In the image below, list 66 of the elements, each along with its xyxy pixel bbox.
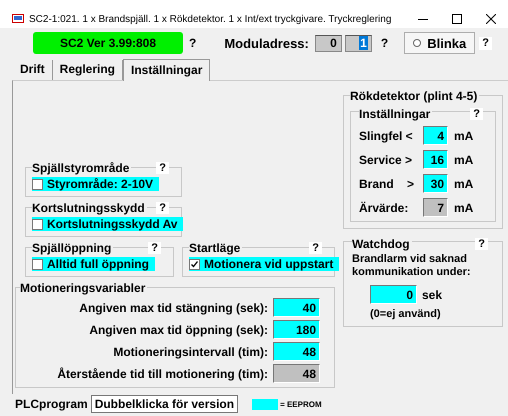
unit-label: mA — [454, 128, 474, 142]
help-button[interactable]: ? — [470, 108, 483, 120]
radio-icon[interactable] — [413, 39, 422, 47]
watchdog-text: Brandlarm vid saknad kommunikation under: — [352, 253, 472, 279]
unit-label: sek — [422, 288, 442, 302]
field-label: Motioneringsintervall (tim): — [113, 344, 268, 358]
checkbox-row[interactable]: Styrområde: 2-10V — [32, 177, 160, 191]
field-label: Brand > — [359, 176, 416, 190]
checkbox[interactable] — [32, 218, 43, 230]
help-button[interactable]: ? — [156, 162, 169, 174]
blink-button[interactable]: Blinka — [404, 32, 476, 54]
field-label: Service > — [359, 152, 414, 166]
field-label: Återstående tid till motionering (tim): — [57, 366, 268, 380]
group-title: Motioneringsvariabler — [20, 281, 148, 295]
plc-field[interactable]: Dubbelklicka för version — [90, 395, 238, 413]
checkbox-label: Styrområde: 2-10V — [47, 177, 154, 191]
tab[interactable]: Inställningar — [123, 59, 210, 81]
value-field[interactable]: 48 — [273, 342, 320, 361]
field-label: PLCprogram — [15, 397, 88, 411]
group-title: Startläge — [189, 241, 242, 255]
help-button[interactable]: ? — [156, 202, 169, 214]
group-title: Watchdog — [352, 237, 412, 251]
help-button[interactable]: ? — [189, 36, 196, 50]
checkbox-row[interactable]: Alltid full öppning — [32, 257, 155, 271]
address-field[interactable]: 0 — [314, 34, 342, 52]
value-field[interactable]: 16 — [423, 150, 448, 169]
legend-swatch — [252, 398, 278, 410]
group-title: Kortslutningsskydd — [32, 201, 147, 215]
help-button[interactable]: ? — [475, 238, 488, 250]
checkbox[interactable] — [32, 258, 43, 270]
group-title: Spjällstyrområde — [32, 161, 132, 175]
watchdog-note: (0=ej använd) — [370, 308, 442, 320]
minimize-icon[interactable] — [418, 18, 428, 20]
field-label: Angiven max tid stängning (sek): — [79, 300, 268, 314]
checkbox[interactable] — [189, 258, 200, 270]
value-display: 7 — [423, 198, 448, 217]
value-field[interactable]: 4 — [423, 126, 448, 145]
value-field[interactable]: 180 — [273, 320, 320, 339]
value-field[interactable]: 0 — [370, 285, 417, 304]
group-title: Inställningar — [359, 107, 432, 121]
group-title: Rökdetektor (plint 4-5) — [350, 89, 480, 103]
address-field[interactable]: 1 — [344, 34, 372, 52]
unit-label: mA — [454, 152, 474, 166]
help-button[interactable]: ? — [309, 242, 322, 254]
help-button[interactable]: ? — [479, 36, 492, 50]
help-button[interactable]: ? — [380, 36, 388, 50]
maximize-icon[interactable] — [452, 14, 462, 24]
field-label: Angiven max tid öppning (sek): — [89, 322, 268, 336]
group-title: Spjällöppning — [32, 241, 114, 255]
address-label: Moduladress: — [224, 36, 309, 50]
value-field[interactable]: 30 — [423, 174, 448, 193]
checkbox[interactable] — [32, 178, 43, 190]
field-label: Ärvärde: — [359, 200, 410, 214]
value-field[interactable]: 40 — [273, 298, 320, 317]
unit-label: mA — [454, 176, 474, 190]
close-icon[interactable] — [486, 14, 496, 24]
app-icon — [12, 14, 24, 24]
version-label: SC2 Ver 3.99:808 — [33, 32, 183, 54]
value-display: 48 — [273, 364, 320, 383]
field-label: Slingfel < — [359, 128, 414, 142]
unit-label: mA — [454, 200, 474, 214]
window-title: SC2-1:021. 1 x Brandspjäll. 1 x Rökdetektor. 1 x Int/ext tryckgivare. Tryckreglering — [29, 14, 392, 24]
tab[interactable]: Drift — [13, 60, 53, 80]
help-button[interactable]: ? — [148, 242, 161, 254]
checkbox-label: Alltid full öppning — [47, 257, 149, 271]
legend-text: = EEPROM — [280, 400, 322, 408]
